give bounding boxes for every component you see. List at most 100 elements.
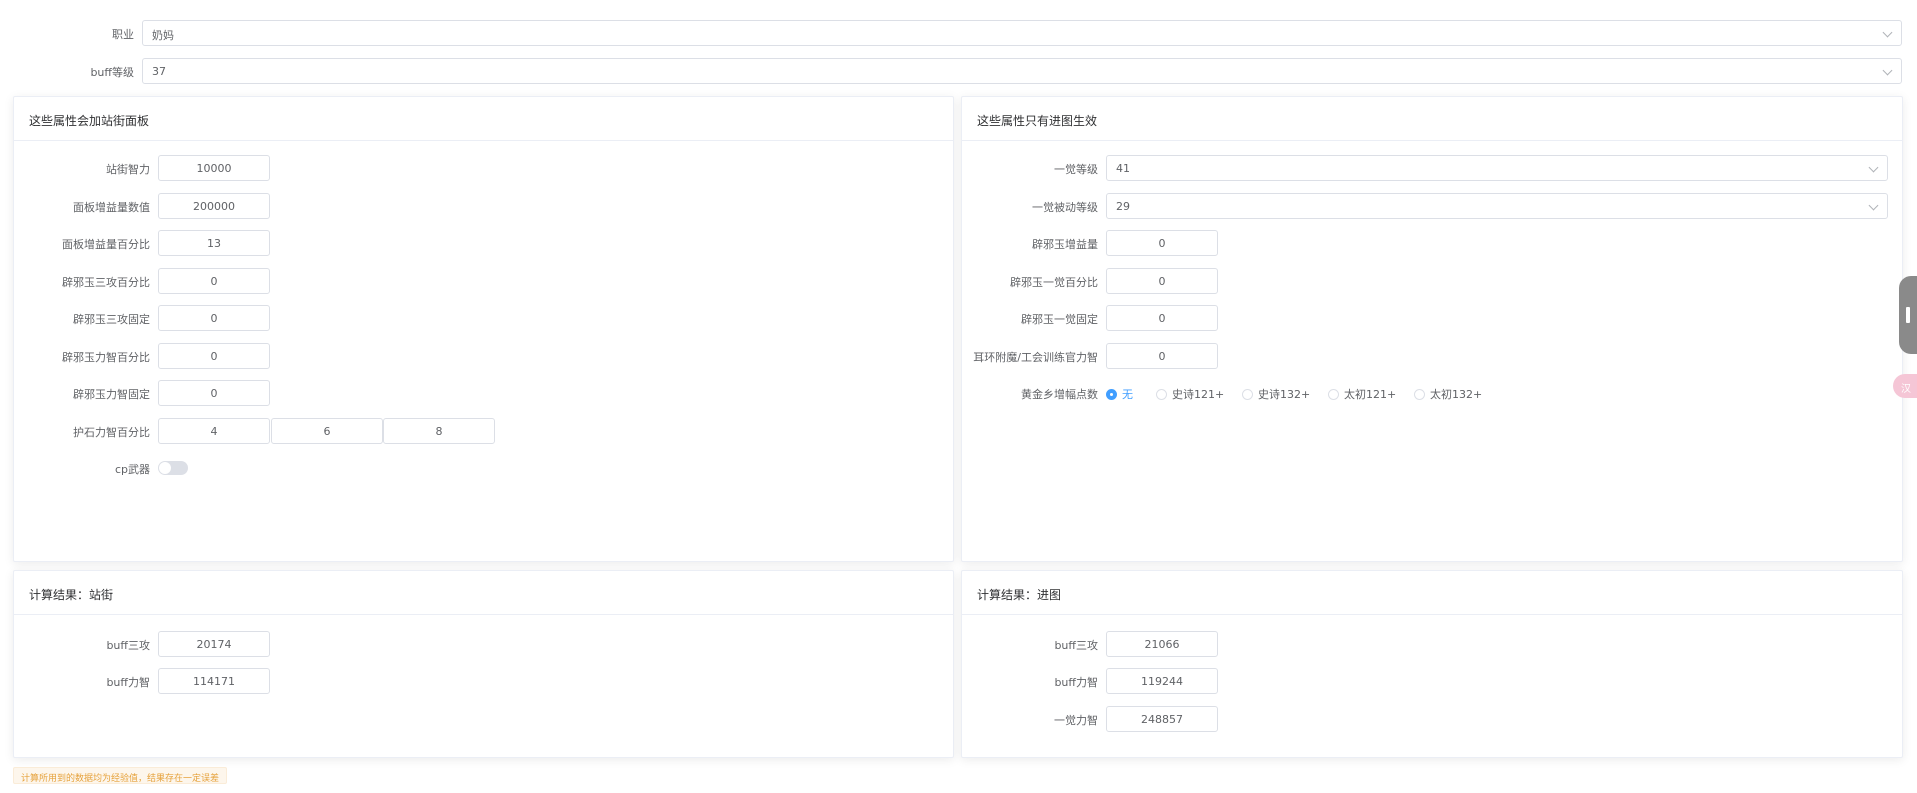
jade-gain-input[interactable]: 0 (1106, 230, 1218, 256)
street-triple-label: buff三攻 (106, 639, 150, 652)
chevron-down-icon (1882, 27, 1893, 38)
street-attributes-panel: 这些属性会加站街面板 站街智力 10000 面板增益量数值 200000 面板增… (13, 96, 954, 562)
form-row: 站街智力 10000 (14, 155, 614, 181)
jade-awaken-pct-input[interactable]: 0 (1106, 268, 1218, 294)
form-row: buff力智 119244 (962, 668, 1562, 694)
dungeon-triple-label: buff三攻 (1054, 639, 1098, 652)
gold-option-label: 太初121+ (1344, 388, 1397, 401)
translate-float-button[interactable]: 汉 (1893, 374, 1917, 398)
cp-weapon-label: cp武器 (114, 463, 150, 476)
form-row: buff力智 114171 (14, 668, 614, 694)
buff-level-select[interactable]: 37 (142, 58, 1902, 84)
radio-icon (1328, 389, 1339, 400)
chevron-down-icon (1868, 200, 1879, 211)
form-row: 辟邪玉增益量 0 (962, 230, 1562, 256)
warning-tip: 计算所用到的数据均为经验值，结果存在一定误差 (13, 767, 228, 784)
form-row: 黄金乡增幅点数 无 史诗121+ 史诗132+ 太初121+ 太初132+ (962, 380, 1562, 406)
form-row: cp武器 (14, 455, 614, 481)
panel-gain-pct-input[interactable]: 13 (158, 230, 270, 256)
earring-input[interactable]: 0 (1106, 343, 1218, 369)
jade-triple-fixed-label: 辟邪玉三攻固定 (73, 313, 150, 326)
gold-option-label: 史诗121+ (1172, 388, 1225, 401)
job-label: 职业 (112, 28, 134, 41)
jade-triple-fixed-input[interactable]: 0 (158, 305, 270, 331)
form-row: buff三攻 21066 (962, 631, 1562, 657)
dungeon-attributes-panel: 这些属性只有进图生效 一觉等级 41 一觉被动等级 29 辟邪玉增益量 0 辟邪… (961, 96, 1903, 562)
gold-label: 黄金乡增幅点数 (1021, 388, 1098, 401)
gold-option-epic132[interactable]: 史诗132+ (1242, 386, 1310, 402)
gold-option-label: 史诗132+ (1258, 388, 1311, 401)
form-row: 辟邪玉力智百分比 0 (14, 343, 614, 369)
form-row: 一觉等级 41 (962, 155, 1902, 181)
stone-input-3[interactable]: 8 (383, 418, 495, 444)
form-row: 一觉力智 248857 (962, 706, 1562, 732)
gold-option-epic121[interactable]: 史诗121+ (1156, 386, 1224, 402)
form-row: 辟邪玉三攻固定 0 (14, 305, 614, 331)
radio-icon (1414, 389, 1425, 400)
street-result-title: 计算结果：站街 (14, 571, 953, 615)
awaken-level-label: 一觉等级 (1054, 163, 1098, 176)
dungeon-triple-output[interactable]: 21066 (1106, 631, 1218, 657)
radio-icon (1106, 389, 1117, 400)
cp-weapon-switch[interactable] (158, 461, 188, 475)
jade-gain-label: 辟邪玉增益量 (1032, 238, 1098, 251)
jade-triple-pct-input[interactable]: 0 (158, 268, 270, 294)
panel-gain-pct-label: 面板增益量百分比 (62, 238, 150, 251)
street-stat-output[interactable]: 114171 (158, 668, 270, 694)
street-int-label: 站街智力 (106, 163, 150, 176)
chevron-down-icon (1882, 65, 1893, 76)
radio-icon (1156, 389, 1167, 400)
gold-option-label: 太初132+ (1430, 388, 1483, 401)
dungeon-result-title: 计算结果：进图 (962, 571, 1902, 615)
dungeon-stat-label: buff力智 (1054, 676, 1098, 689)
awaken-level-value: 41 (1116, 162, 1130, 175)
awaken-passive-label: 一觉被动等级 (1032, 201, 1098, 214)
dungeon-panel-title: 这些属性只有进图生效 (962, 97, 1902, 141)
jade-stat-fixed-input[interactable]: 0 (158, 380, 270, 406)
buff-level-select-value: 37 (152, 65, 166, 78)
jade-triple-pct-label: 辟邪玉三攻百分比 (62, 276, 150, 289)
jade-stat-fixed-label: 辟邪玉力智固定 (73, 388, 150, 401)
form-row: 辟邪玉一觉固定 0 (962, 305, 1562, 331)
side-drawer-handle[interactable] (1899, 276, 1917, 354)
dungeon-result-panel: 计算结果：进图 buff三攻 21066 buff力智 119244 一觉力智 … (961, 570, 1903, 758)
jade-stat-pct-input[interactable]: 0 (158, 343, 270, 369)
stone-input-1[interactable]: 4 (158, 418, 270, 444)
awaken-passive-select[interactable]: 29 (1106, 193, 1888, 219)
buff-level-label: buff等级 (90, 66, 134, 79)
gold-option-primal132[interactable]: 太初132+ (1414, 386, 1482, 402)
job-select[interactable]: 奶妈 (142, 20, 1902, 46)
dungeon-stat-output[interactable]: 119244 (1106, 668, 1218, 694)
stone-input-2[interactable]: 6 (271, 418, 383, 444)
gold-option-primal121[interactable]: 太初121+ (1328, 386, 1396, 402)
job-select-value: 奶妈 (152, 29, 174, 42)
buff-level-row: buff等级 37 (0, 58, 1917, 84)
chevron-down-icon (1868, 162, 1879, 173)
street-result-panel: 计算结果：站街 buff三攻 20174 buff力智 114171 (13, 570, 954, 758)
jade-stat-pct-label: 辟邪玉力智百分比 (62, 351, 150, 364)
form-row: 辟邪玉一觉百分比 0 (962, 268, 1562, 294)
form-row: 耳环附魔/工会训练官力智 0 (962, 343, 1562, 369)
jade-awaken-fixed-input[interactable]: 0 (1106, 305, 1218, 331)
gold-option-none[interactable]: 无 (1106, 386, 1133, 402)
stone-label: 护石力智百分比 (73, 426, 150, 439)
gold-option-label: 无 (1122, 388, 1133, 401)
awaken-level-select[interactable]: 41 (1106, 155, 1888, 181)
radio-icon (1242, 389, 1253, 400)
street-panel-title: 这些属性会加站街面板 (14, 97, 953, 141)
switch-knob (159, 462, 171, 474)
panel-gain-input[interactable]: 200000 (158, 193, 270, 219)
form-row: 面板增益量百分比 13 (14, 230, 614, 256)
dungeon-awaken-output[interactable]: 248857 (1106, 706, 1218, 732)
form-row: 护石力智百分比 4 6 8 (14, 418, 614, 444)
jade-awaken-pct-label: 辟邪玉一觉百分比 (1010, 276, 1098, 289)
street-int-input[interactable]: 10000 (158, 155, 270, 181)
awaken-passive-value: 29 (1116, 200, 1130, 213)
street-stat-label: buff力智 (106, 676, 150, 689)
street-triple-output[interactable]: 20174 (158, 631, 270, 657)
side-drawer-handle-icon (1906, 307, 1910, 323)
form-row: 辟邪玉力智固定 0 (14, 380, 614, 406)
form-row: 辟邪玉三攻百分比 0 (14, 268, 614, 294)
earring-label: 耳环附魔/工会训练官力智 (973, 351, 1098, 364)
dungeon-awaken-label: 一觉力智 (1054, 714, 1098, 727)
